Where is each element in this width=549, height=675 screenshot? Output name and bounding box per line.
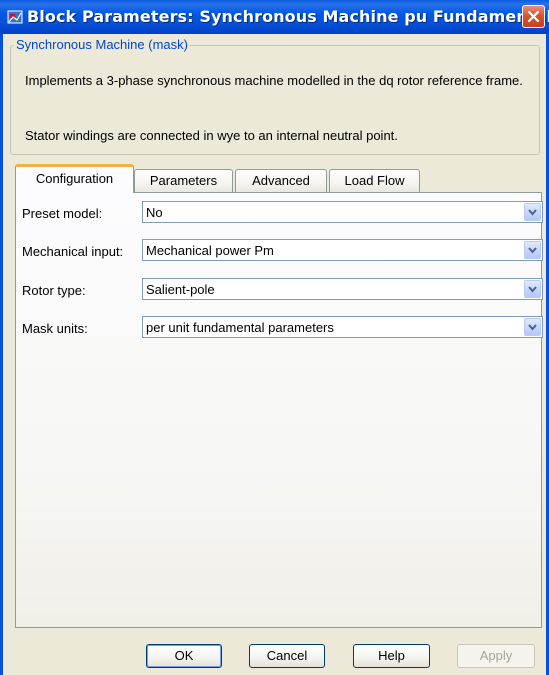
preset-model-value: No: [146, 205, 163, 220]
mechanical-input-value: Mechanical power Pm: [146, 243, 274, 258]
mask-units-value: per unit fundamental parameters: [146, 320, 334, 335]
tab-advanced[interactable]: Advanced: [235, 169, 327, 193]
rotor-type-label: Rotor type:: [22, 283, 86, 298]
chevron-down-icon[interactable]: [524, 318, 541, 336]
close-button[interactable]: [522, 5, 545, 28]
mechanical-input-select[interactable]: Mechanical power Pm: [142, 239, 543, 261]
rotor-type-select[interactable]: Salient-pole: [142, 278, 543, 300]
dialog-window: Block Parameters: Synchronous Machine pu…: [0, 0, 549, 675]
apply-button[interactable]: Apply: [457, 644, 535, 668]
help-button[interactable]: Help: [353, 644, 430, 668]
mask-description: Implements a 3-phase synchronous machine…: [25, 73, 523, 88]
chevron-down-icon[interactable]: [524, 280, 541, 298]
simulink-block-icon: [7, 9, 23, 25]
title-bar[interactable]: Block Parameters: Synchronous Machine pu…: [0, 0, 549, 34]
preset-model-label: Preset model:: [22, 206, 103, 221]
tab-load-flow[interactable]: Load Flow: [329, 169, 420, 193]
mask-units-label: Mask units:: [22, 321, 88, 336]
preset-model-select[interactable]: No: [142, 201, 543, 223]
chevron-down-icon[interactable]: [524, 203, 541, 221]
mechanical-input-label: Mechanical input:: [22, 244, 124, 259]
window-title: Block Parameters: Synchronous Machine pu…: [27, 7, 549, 26]
ok-button[interactable]: OK: [146, 644, 222, 668]
cancel-button[interactable]: Cancel: [249, 644, 325, 668]
groupbox-legend: Synchronous Machine (mask): [14, 37, 190, 52]
tab-configuration[interactable]: Configuration: [15, 164, 134, 193]
window-frame-left: [0, 34, 3, 675]
chevron-down-icon[interactable]: [524, 241, 541, 259]
tab-parameters[interactable]: Parameters: [134, 169, 233, 193]
rotor-type-value: Salient-pole: [146, 282, 215, 297]
mask-units-select[interactable]: per unit fundamental parameters: [142, 316, 543, 338]
close-icon: [527, 10, 540, 23]
mask-description-stator: Stator windings are connected in wye to …: [25, 128, 398, 143]
